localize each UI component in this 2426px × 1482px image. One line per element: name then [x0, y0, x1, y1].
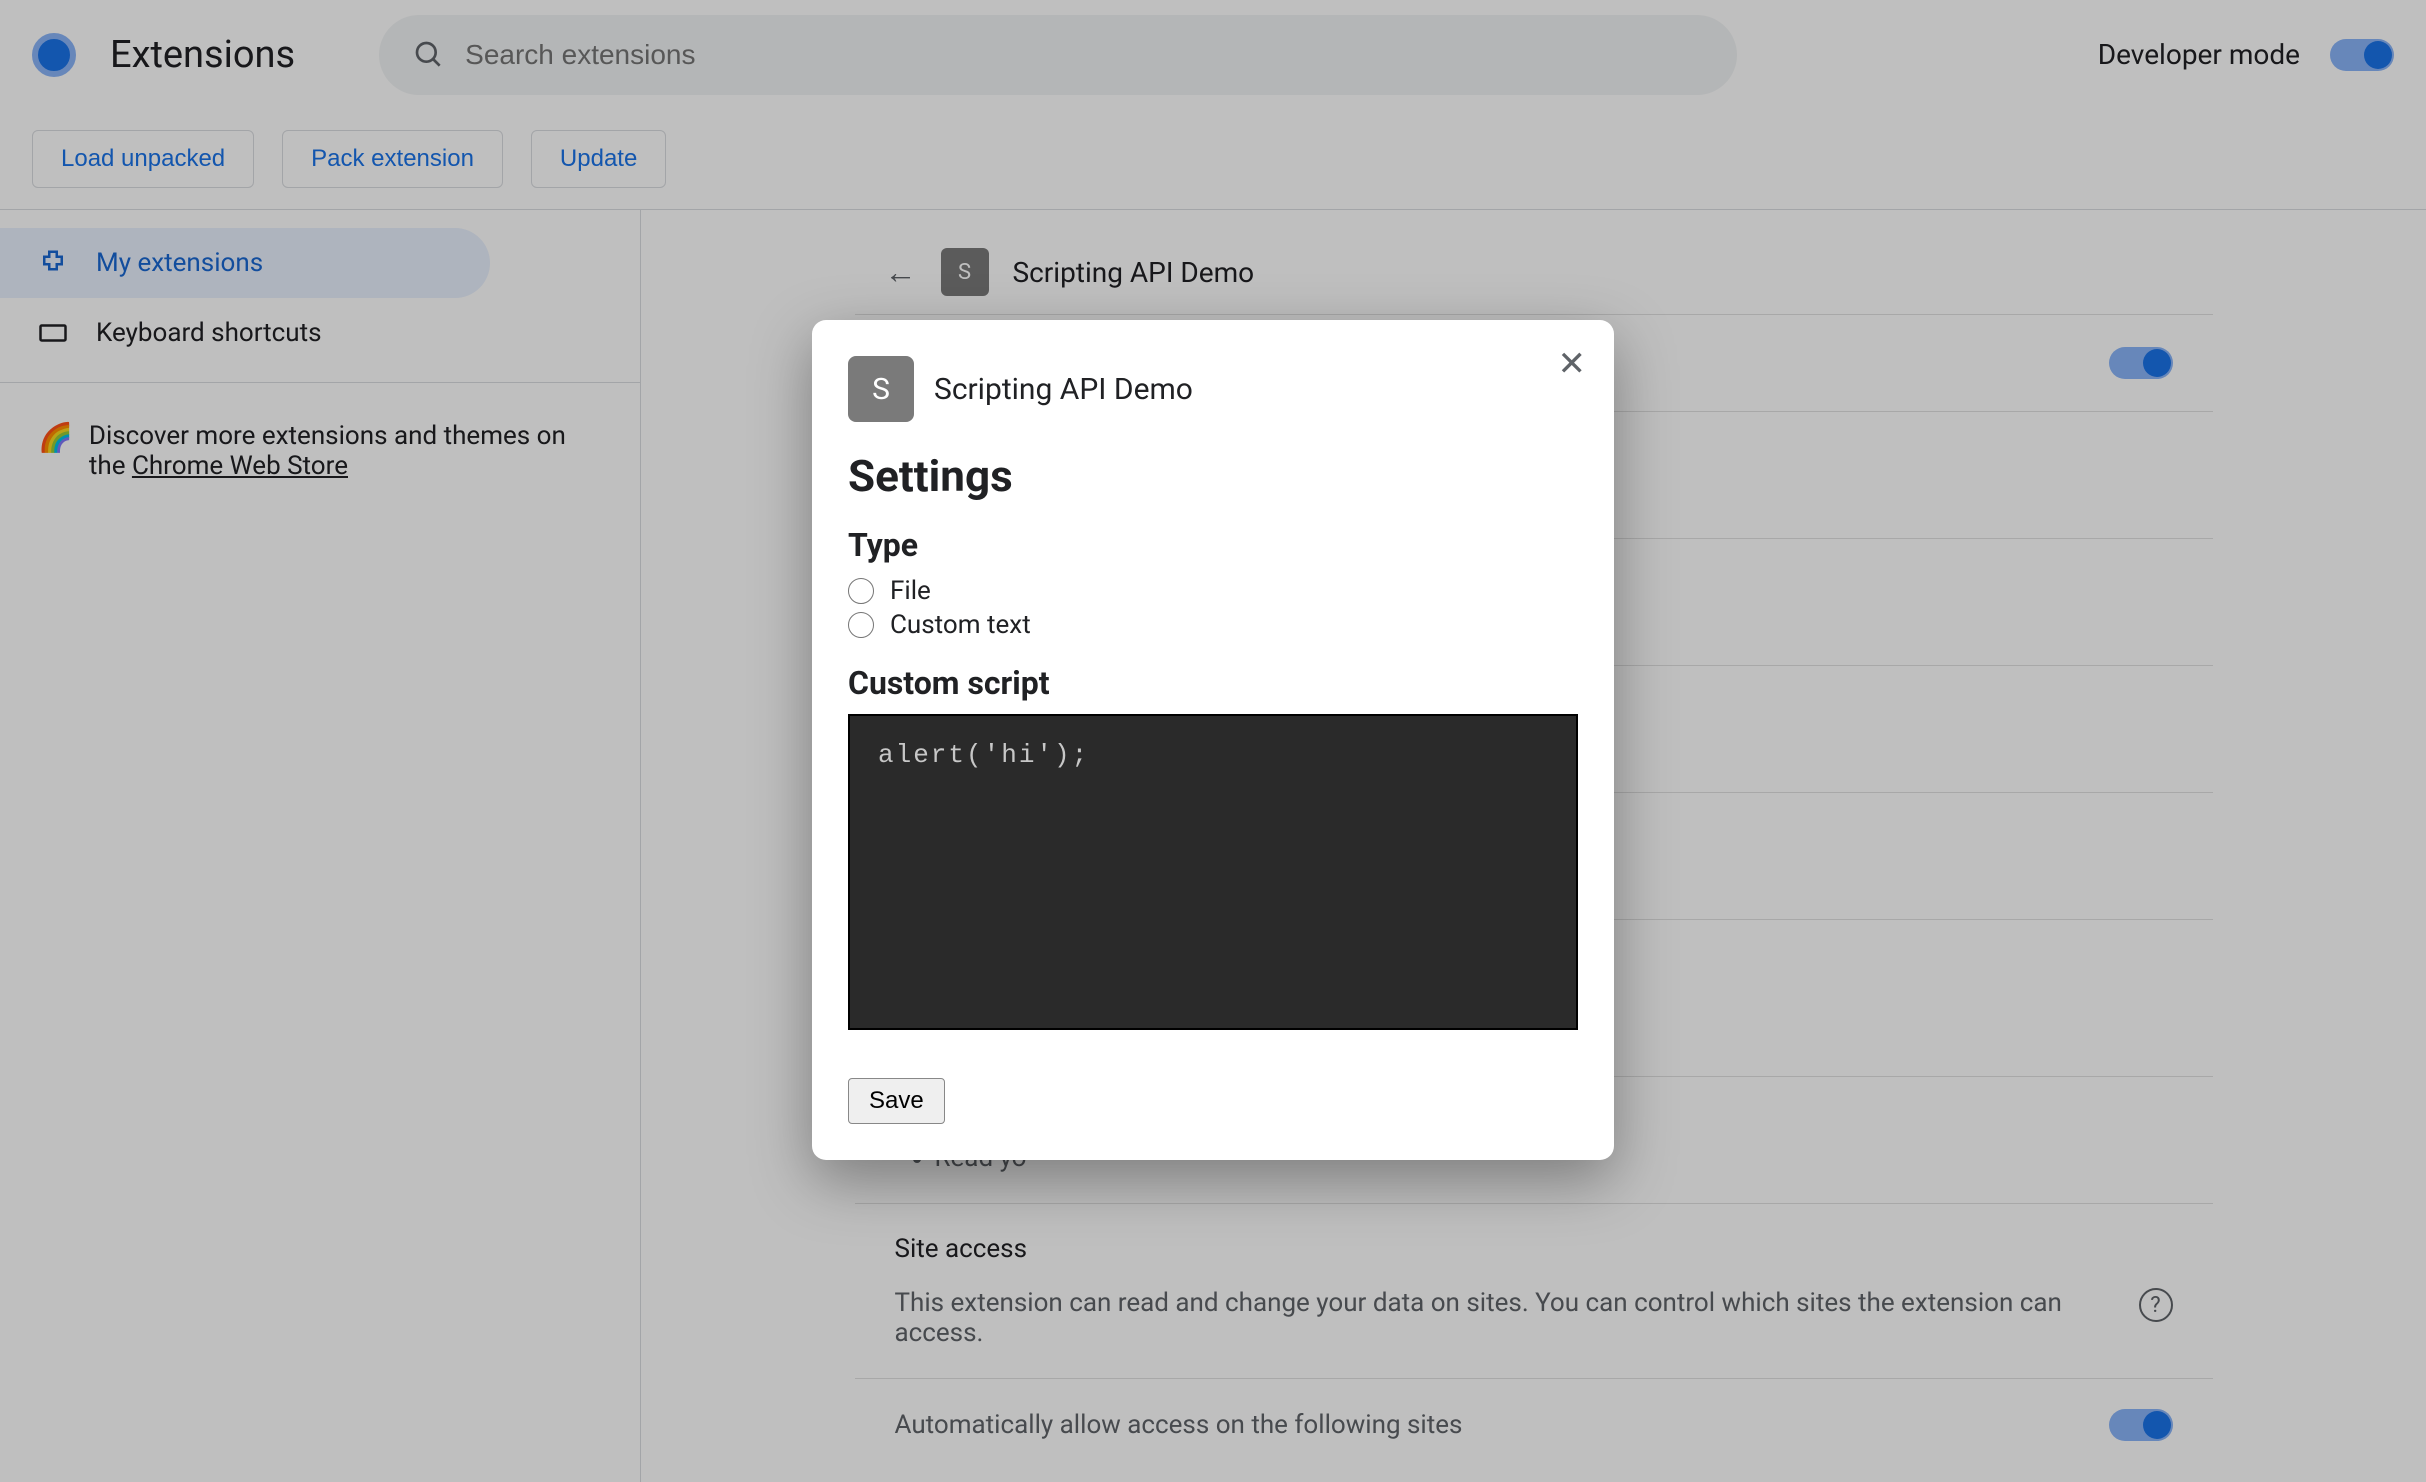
modal-heading: Settings	[848, 450, 1578, 502]
modal-scrim[interactable]: ✕ S Scripting API Demo Settings Type Fil…	[0, 0, 2426, 1482]
radio-custom-label: Custom text	[890, 610, 1031, 640]
save-button[interactable]: Save	[848, 1078, 945, 1124]
custom-script-heading: Custom script	[848, 664, 1578, 702]
radio-file-input[interactable]	[848, 578, 874, 604]
close-icon[interactable]: ✕	[1558, 344, 1587, 384]
radio-file-label: File	[890, 576, 931, 606]
type-heading: Type	[848, 526, 1578, 564]
modal-extension-avatar: S	[848, 356, 914, 422]
modal-extension-title: Scripting API Demo	[934, 372, 1193, 407]
radio-custom-input[interactable]	[848, 612, 874, 638]
custom-script-textarea[interactable]	[848, 714, 1578, 1030]
settings-modal: ✕ S Scripting API Demo Settings Type Fil…	[812, 320, 1614, 1160]
radio-custom-text[interactable]: Custom text	[848, 610, 1578, 640]
radio-file[interactable]: File	[848, 576, 1578, 606]
